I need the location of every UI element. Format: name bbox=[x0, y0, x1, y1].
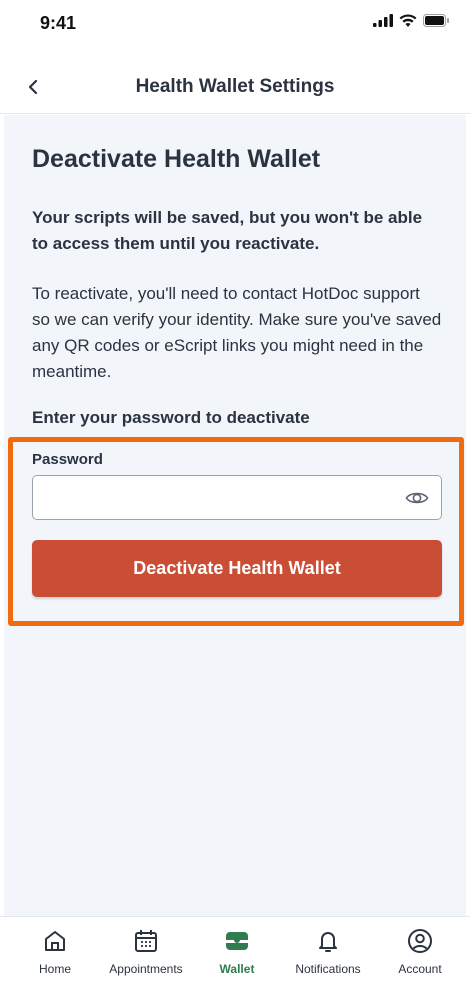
battery-icon bbox=[423, 14, 449, 27]
bell-icon bbox=[319, 932, 337, 952]
tab-label-appointments: Appointments bbox=[109, 962, 183, 976]
status-bar: 9:41 bbox=[0, 0, 470, 50]
wallet-icon bbox=[226, 932, 248, 950]
tab-label-account: Account bbox=[398, 962, 442, 976]
wifi-icon bbox=[399, 14, 417, 27]
account-icon bbox=[408, 929, 432, 953]
reactivate-info-text: To reactivate, you'll need to contact Ho… bbox=[32, 284, 442, 381]
deactivate-button[interactable]: Deactivate Health Wallet bbox=[32, 540, 442, 597]
password-field[interactable] bbox=[32, 475, 442, 520]
password-label: Password bbox=[32, 451, 103, 468]
header-title: Health Wallet Settings bbox=[135, 76, 335, 97]
tab-label-wallet: Wallet bbox=[219, 962, 255, 976]
password-prompt: Enter your password to deactivate bbox=[32, 408, 310, 427]
password-input[interactable] bbox=[33, 476, 393, 519]
tab-bar: Home Appointments Wallet Notifications A… bbox=[0, 916, 470, 981]
tab-account[interactable]: Account bbox=[390, 917, 450, 981]
tab-home[interactable]: Home bbox=[30, 917, 80, 981]
page-title: Deactivate Health Wallet bbox=[32, 145, 321, 173]
status-icons bbox=[373, 14, 450, 27]
tab-label-notifications: Notifications bbox=[295, 962, 361, 976]
calendar-icon bbox=[135, 930, 157, 952]
home-icon bbox=[45, 931, 65, 951]
tab-notifications[interactable]: Notifications bbox=[285, 917, 371, 981]
tab-label-home: Home bbox=[38, 962, 71, 976]
nav-header: Health Wallet Settings bbox=[0, 62, 470, 114]
signal-icon bbox=[373, 14, 393, 27]
tab-appointments[interactable]: Appointments bbox=[100, 917, 192, 981]
warning-text: Your scripts will be saved, but you won'… bbox=[32, 208, 423, 253]
eye-icon[interactable] bbox=[405, 487, 429, 509]
status-time: 9:41 bbox=[40, 13, 77, 33]
tab-wallet[interactable]: Wallet bbox=[212, 917, 262, 981]
